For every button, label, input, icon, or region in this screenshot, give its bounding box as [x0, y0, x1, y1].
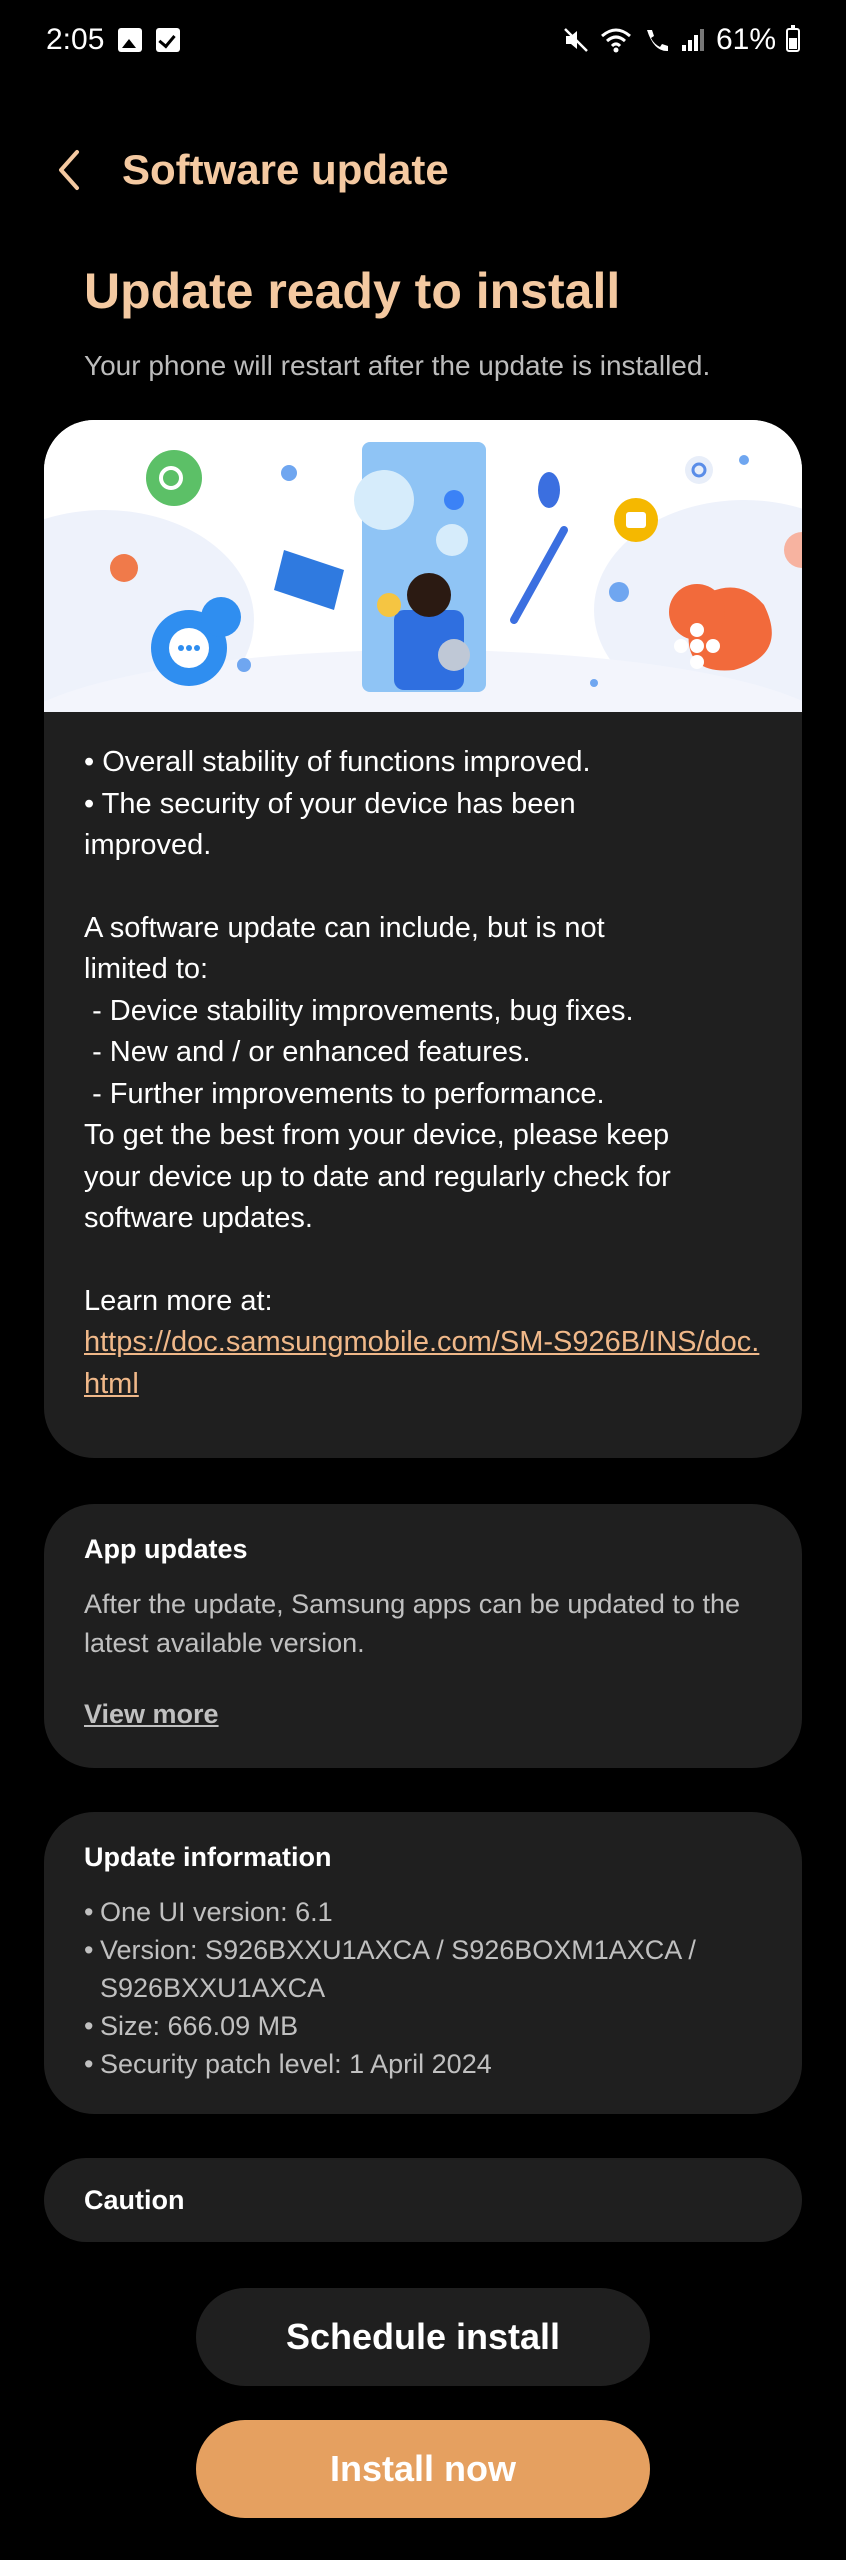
caution-title: Caution — [84, 2184, 185, 2215]
release-advice: To get the best from your device, please… — [84, 1119, 671, 1234]
photo-notification-icon — [118, 28, 143, 52]
page-title: Software update — [122, 146, 449, 193]
wifi-icon — [600, 28, 631, 53]
status-time: 2:05 — [46, 23, 105, 56]
update-information-card: Update information One UI version: 6.1 V… — [44, 1812, 802, 2114]
status-right: 61% — [562, 23, 800, 57]
wifi-calling-icon — [646, 30, 668, 52]
release-bullet: • Overall stability of functions improve… — [84, 746, 591, 778]
back-button[interactable] — [40, 140, 100, 200]
release-item: - Device stability improvements, bug fix… — [84, 994, 634, 1027]
release-intro: A software update can include, but is no… — [84, 911, 605, 986]
learn-more-label: Learn more at: — [84, 1284, 273, 1317]
release-item: - Further improvements to performance. — [84, 1077, 605, 1110]
learn-more-link[interactable]: https://doc.samsungmobile.com/SM-S926B/I… — [84, 1326, 759, 1400]
info-version: Version: S926BXXU1AXCA / S926BOXM1AXCA /… — [84, 1931, 762, 2007]
info-size: Size: 666.09 MB — [84, 2007, 762, 2045]
schedule-install-button[interactable]: Schedule install — [196, 2288, 650, 2386]
app-updates-card: App updates After the update, Samsung ap… — [44, 1504, 802, 1768]
release-item: - New and / or enhanced features. — [84, 1036, 531, 1068]
hero-illustration-graphic — [44, 420, 802, 712]
status-left: 2:05 — [46, 23, 181, 57]
info-one-ui-version: One UI version: 6.1 — [84, 1893, 762, 1931]
release-bullet: • The security of your device has been i… — [84, 787, 576, 862]
mute-icon — [564, 28, 588, 52]
status-bar: 2:05 61% — [0, 0, 846, 80]
signal-icon — [681, 29, 704, 51]
update-headline: Update ready to install — [84, 263, 621, 319]
update-illustration — [44, 420, 802, 712]
release-notes: • Overall stability of functions improve… — [44, 712, 802, 1405]
update-details-card[interactable]: • Overall stability of functions improve… — [44, 420, 802, 1458]
view-more-link[interactable]: View more — [84, 1699, 219, 1730]
restart-notice: Your phone will restart after the update… — [84, 350, 711, 381]
update-information-list: One UI version: 6.1 Version: S926BXXU1AX… — [84, 1893, 762, 2083]
app-updates-body: After the update, Samsung apps can be up… — [84, 1589, 740, 1658]
battery-icon — [786, 25, 800, 52]
caution-card[interactable]: Caution — [44, 2158, 802, 2242]
app-updates-title: App updates — [84, 1534, 248, 1564]
chevron-left-icon — [59, 150, 79, 190]
app-header: Software update — [0, 130, 846, 210]
battery-percent: 61% — [715, 23, 776, 56]
info-security-patch: Security patch level: 1 April 2024 — [84, 2045, 762, 2083]
checkbox-notification-icon — [156, 28, 181, 52]
update-information-title: Update information — [84, 1842, 332, 1872]
install-now-button[interactable]: Install now — [196, 2420, 650, 2518]
